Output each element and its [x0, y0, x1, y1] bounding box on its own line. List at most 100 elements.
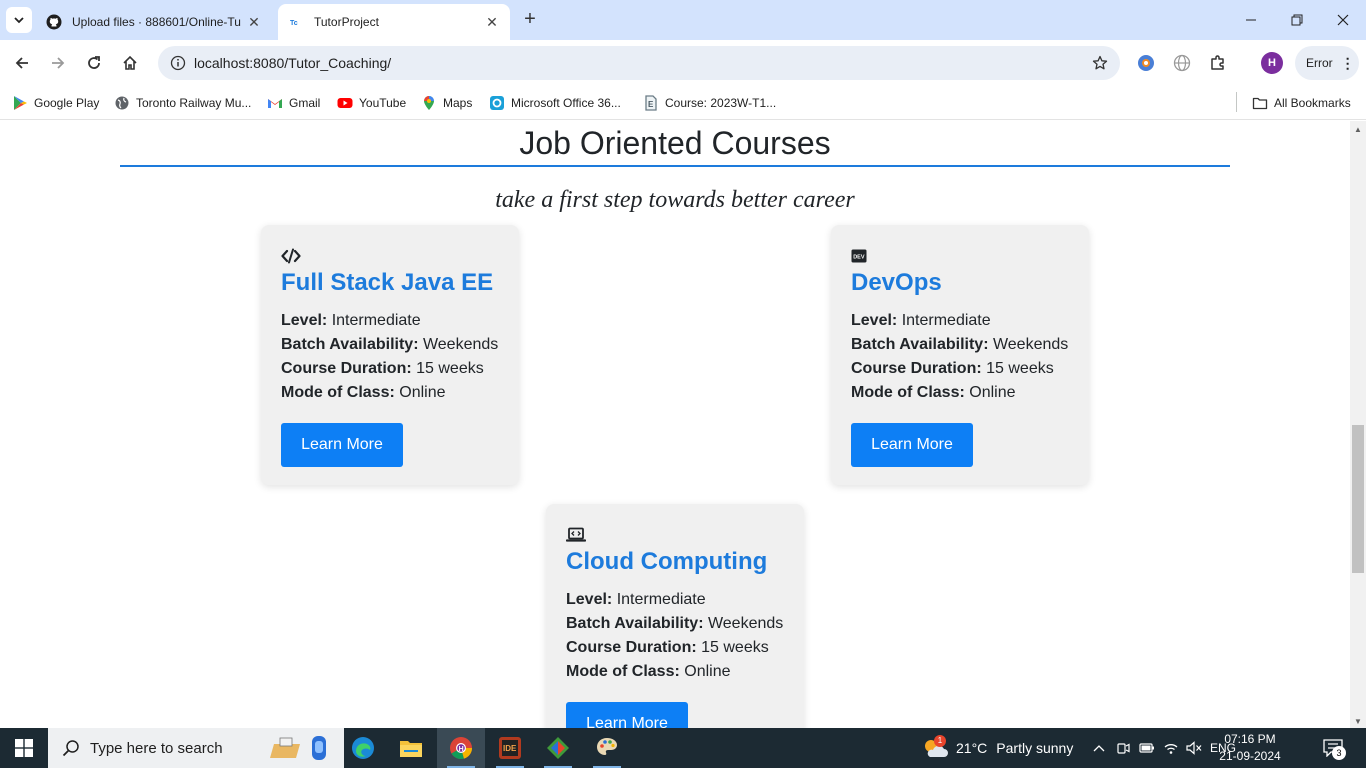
taskbar-chrome[interactable]: H — [437, 728, 485, 768]
svg-text:IDE: IDE — [503, 744, 517, 753]
taskbar-ide[interactable]: IDE — [486, 728, 534, 768]
github-icon — [46, 14, 62, 30]
speaker-muted-icon — [1186, 741, 1202, 755]
folder-icon — [400, 741, 422, 757]
reload-button[interactable] — [80, 49, 108, 77]
reload-icon — [88, 56, 100, 69]
windows-taskbar: Type here to search H IDE 1 21°C Partly … — [0, 728, 1366, 768]
profile-avatar[interactable]: H — [1261, 52, 1283, 74]
show-hidden-icons-button[interactable] — [1090, 728, 1108, 768]
svg-text:E: E — [648, 100, 654, 109]
restore-button[interactable] — [1274, 0, 1320, 40]
paint-palette-icon — [597, 738, 617, 755]
extension-button[interactable] — [1134, 51, 1158, 75]
bookmark-gmail[interactable]: Gmail — [267, 92, 320, 114]
taskbar-paint[interactable] — [583, 728, 631, 768]
taskbar-edge[interactable] — [339, 728, 387, 768]
home-button[interactable] — [116, 49, 144, 77]
translate-extension-button[interactable] — [1170, 51, 1194, 75]
taskbar-clock[interactable]: 07:16 PM 21-09-2024 — [1215, 731, 1285, 765]
course-icon: E — [643, 95, 659, 111]
globe-icon — [114, 95, 130, 111]
tab-title: Upload files · 888601/Online-Tu — [72, 15, 241, 29]
extensions-menu-button[interactable] — [1206, 51, 1230, 75]
course-duration: 15 weeks — [416, 360, 484, 377]
notification-count-badge: 3 — [1332, 746, 1346, 760]
wifi-tray-button[interactable] — [1162, 728, 1180, 768]
search-icon — [62, 739, 80, 757]
home-icon — [123, 55, 137, 70]
volume-tray-button[interactable] — [1184, 728, 1204, 768]
learn-more-button[interactable]: Learn More — [851, 423, 973, 467]
tab-tutorproject[interactable]: Tc TutorProject ✕ — [278, 4, 510, 40]
section-tagline: take a first step towards better career — [495, 187, 855, 213]
close-window-button[interactable] — [1320, 0, 1366, 40]
close-icon[interactable]: ✕ — [484, 14, 500, 30]
bookmark-course[interactable]: E Course: 2023W-T1... — [643, 92, 776, 114]
search-placeholder: Type here to search — [90, 739, 223, 757]
section-heading: Job Oriented Courses — [519, 125, 831, 161]
bookmark-maps[interactable]: Maps — [421, 92, 472, 114]
taskbar-file-explorer[interactable] — [387, 728, 435, 768]
learn-more-button[interactable]: Learn More — [566, 702, 688, 728]
bookmark-label: Google Play — [34, 96, 100, 110]
more-vert-icon: ⋮ — [1340, 54, 1355, 71]
bookmark-label: YouTube — [359, 96, 407, 110]
page-scrollbar[interactable]: ▲ ▼ — [1350, 121, 1366, 728]
start-button[interactable] — [0, 728, 48, 768]
taskbar-search-box[interactable]: Type here to search — [48, 728, 344, 768]
course-duration: 15 weeks — [986, 360, 1054, 377]
fact-label: Level: — [851, 312, 898, 329]
fact-label: Level: — [566, 591, 613, 608]
fact-label: Level: — [281, 312, 328, 329]
bookmark-label: Toronto Railway Mu... — [136, 96, 252, 110]
maps-icon — [421, 95, 437, 111]
bookmark-label: Maps — [443, 96, 473, 110]
fact-label: Batch Availability: — [281, 336, 419, 353]
chevron-up-icon — [1093, 745, 1105, 752]
meet-now-tray-button[interactable] — [1114, 728, 1132, 768]
fact-label: Mode of Class: — [851, 384, 965, 401]
all-bookmarks-button[interactable]: All Bookmarks — [1252, 92, 1351, 114]
scroll-down-arrow-icon[interactable]: ▼ — [1354, 717, 1362, 726]
taskbar-weather[interactable]: 1 21°C Partly sunny — [922, 728, 1073, 768]
course-card-devops: DEV DevOps Level: Intermediate Batch Ava… — [831, 225, 1089, 485]
close-icon[interactable]: ✕ — [246, 14, 262, 30]
fact-label: Course Duration: — [566, 639, 697, 656]
address-bar[interactable]: localhost:8080/Tutor_Coaching/ — [158, 46, 1120, 80]
course-duration: 15 weeks — [701, 639, 769, 656]
bookmark-google-play[interactable]: Google Play — [12, 92, 99, 114]
url-text[interactable]: localhost:8080/Tutor_Coaching/ — [194, 55, 1080, 71]
minimize-button[interactable] — [1228, 0, 1274, 40]
error-menu-button[interactable]: Error ⋮ — [1295, 46, 1359, 80]
forward-button[interactable] — [44, 49, 72, 77]
bookmark-toronto-railway[interactable]: Toronto Railway Mu... — [114, 92, 251, 114]
arrow-right-icon — [52, 57, 65, 69]
gmail-icon — [267, 95, 283, 111]
windows-logo-icon — [15, 739, 33, 757]
course-batch: Weekends — [992, 336, 1069, 353]
bookmark-label: All Bookmarks — [1274, 96, 1351, 110]
course-card-cloud-computing: Cloud Computing Level: Intermediate Batc… — [546, 504, 804, 728]
fact-label: Course Duration: — [281, 360, 412, 377]
tab-search-button[interactable] — [6, 7, 32, 33]
tab-github-upload[interactable]: Upload files · 888601/Online-Tu ✕ — [36, 4, 272, 40]
bookmark-star-icon[interactable] — [1080, 55, 1120, 71]
scroll-up-arrow-icon[interactable]: ▲ — [1354, 125, 1362, 134]
scrollbar-thumb[interactable] — [1352, 425, 1364, 573]
battery-tray-button[interactable] — [1138, 728, 1156, 768]
notification-center-button[interactable]: 3 — [1318, 736, 1348, 760]
bookmark-microsoft-office[interactable]: Microsoft Office 36... — [489, 92, 621, 114]
fact-label: Mode of Class: — [281, 384, 395, 401]
bookmark-youtube[interactable]: YouTube — [337, 92, 406, 114]
office-icon — [489, 95, 505, 111]
back-button[interactable] — [8, 49, 36, 77]
taskbar-git-client[interactable] — [534, 728, 582, 768]
code-icon — [281, 247, 499, 265]
new-tab-button[interactable]: + — [518, 8, 542, 32]
fact-label: Batch Availability: — [566, 615, 704, 632]
learn-more-button[interactable]: Learn More — [281, 423, 403, 467]
site-info-icon[interactable] — [162, 55, 194, 71]
git-diamond-icon — [547, 737, 569, 759]
laptop-code-icon — [566, 526, 784, 544]
